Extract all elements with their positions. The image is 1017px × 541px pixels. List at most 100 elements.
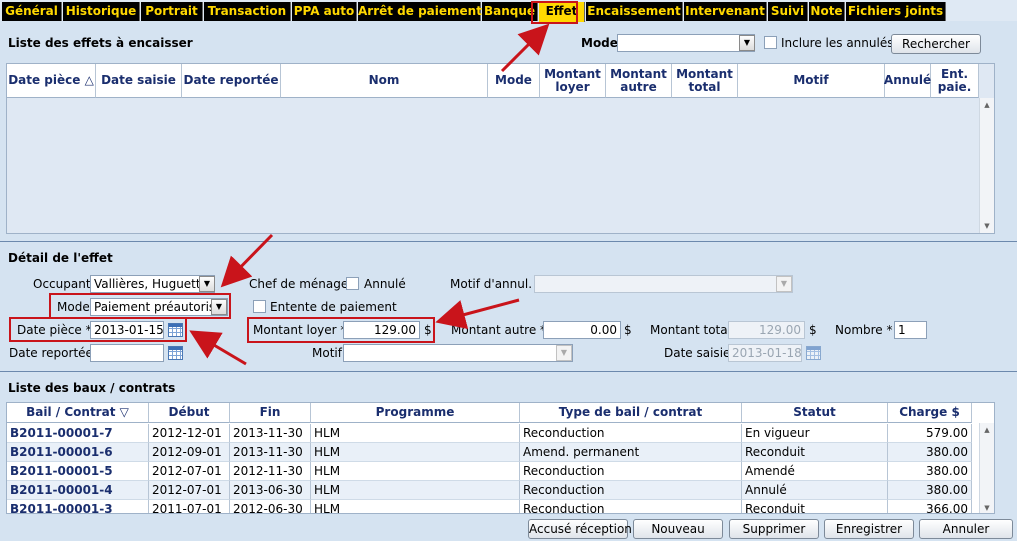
chevron-down-icon[interactable]: ▼ bbox=[776, 276, 792, 292]
table-cell: Reconduction bbox=[520, 424, 742, 443]
table-cell: 2012-11-30 bbox=[230, 462, 311, 481]
date-saisie-input: 2013-01-18 bbox=[728, 344, 802, 362]
table-cell: 380.00 bbox=[888, 462, 972, 481]
calendar-icon bbox=[806, 346, 821, 360]
nombre-label: Nombre * bbox=[835, 323, 893, 337]
effets-column-header[interactable]: Montant total bbox=[672, 64, 738, 98]
table-cell: 2012-06-30 bbox=[230, 500, 311, 513]
highlight-box-mode bbox=[49, 293, 231, 319]
arrow-to-date-piece bbox=[189, 330, 247, 366]
effets-column-header[interactable]: Date saisie bbox=[96, 64, 182, 98]
effets-column-header[interactable]: Date pièce △ bbox=[7, 64, 96, 98]
nombre-input[interactable]: 1 bbox=[894, 321, 927, 339]
effets-column-header[interactable]: Montant autre bbox=[606, 64, 672, 98]
table-cell: HLM bbox=[311, 481, 520, 500]
tab-bar: Général Historique Portrait Transaction PPA … bbox=[0, 0, 1017, 22]
table-cell: 2012-07-01 bbox=[149, 481, 230, 500]
chevron-down-icon[interactable]: ▼ bbox=[739, 35, 755, 51]
table-cell: HLM bbox=[311, 424, 520, 443]
bail-link[interactable]: B2011-00001-7 bbox=[7, 424, 149, 443]
baux-column-header[interactable]: Charge $ bbox=[888, 403, 972, 423]
tab-banque[interactable]: Banque bbox=[482, 2, 538, 21]
entente-label: Entente de paiement bbox=[270, 300, 397, 314]
tab-suivi[interactable]: Suivi bbox=[768, 2, 808, 21]
effets-column-header[interactable]: Nom bbox=[281, 64, 488, 98]
highlight-box-montant-loyer bbox=[247, 317, 435, 343]
table-cell: HLM bbox=[311, 462, 520, 481]
table-cell: Annulé bbox=[742, 481, 888, 500]
annuler-button[interactable]: Annuler bbox=[919, 519, 1013, 539]
detail-section-title: Détail de l'effet bbox=[8, 251, 113, 265]
effets-column-header[interactable]: Mode bbox=[488, 64, 540, 98]
baux-scrollbar[interactable]: ▲ ▼ bbox=[979, 423, 994, 513]
bail-link[interactable]: B2011-00001-3 bbox=[7, 500, 149, 513]
tab-intervenant[interactable]: Intervenant bbox=[684, 2, 767, 21]
rechercher-button[interactable]: Rechercher bbox=[891, 34, 981, 54]
annule-label: Annulé bbox=[364, 277, 406, 291]
effets-scrollbar[interactable]: ▲ ▼ bbox=[979, 98, 994, 233]
chef-menage-checkbox[interactable] bbox=[346, 277, 359, 290]
baux-column-header[interactable]: Type de bail / contrat bbox=[520, 403, 742, 423]
tab-note[interactable]: Note bbox=[809, 2, 845, 21]
nouveau-button[interactable]: Nouveau bbox=[633, 519, 723, 539]
calendar-icon[interactable] bbox=[168, 346, 183, 360]
arrow-to-montant-loyer bbox=[435, 298, 520, 330]
tab-fichiers-joints[interactable]: Fichiers joints bbox=[846, 2, 946, 21]
motif-select[interactable] bbox=[343, 344, 573, 362]
include-annules-checkbox[interactable] bbox=[764, 36, 777, 49]
table-cell: 2011-07-01 bbox=[149, 500, 230, 513]
table-cell: 2013-11-30 bbox=[230, 443, 311, 462]
table-cell: HLM bbox=[311, 500, 520, 513]
tab-encaissement[interactable]: Encaissement bbox=[586, 2, 683, 21]
table-cell: En vigueur bbox=[742, 424, 888, 443]
baux-column-header[interactable]: Bail / Contrat ▽ bbox=[7, 403, 149, 423]
tab-transaction[interactable]: Transaction bbox=[204, 2, 291, 21]
table-cell: Reconduit bbox=[742, 443, 888, 462]
tab-portrait[interactable]: Portrait bbox=[141, 2, 203, 21]
montant-autre-input[interactable]: 0.00 bbox=[543, 321, 621, 339]
date-reportee-input[interactable] bbox=[90, 344, 164, 362]
chevron-down-icon[interactable]: ▼ bbox=[556, 345, 572, 361]
date-saisie-label: Date saisie bbox=[664, 346, 731, 360]
supprimer-button[interactable]: Supprimer bbox=[729, 519, 819, 539]
effets-column-header[interactable]: Motif bbox=[738, 64, 885, 98]
baux-column-header[interactable]: Statut bbox=[742, 403, 888, 423]
montant-total-label: Montant total bbox=[650, 323, 731, 337]
effets-mode-label: Mode bbox=[581, 36, 618, 50]
entente-checkbox[interactable] bbox=[253, 300, 266, 313]
chevron-down-icon[interactable]: ▼ bbox=[199, 276, 215, 292]
effets-column-header[interactable]: Montant loyer bbox=[540, 64, 606, 98]
table-cell: 380.00 bbox=[888, 481, 972, 500]
tab-historique[interactable]: Historique bbox=[63, 2, 140, 21]
table-cell: Amendé bbox=[742, 462, 888, 481]
bail-link[interactable]: B2011-00001-4 bbox=[7, 481, 149, 500]
include-annules-label: Inclure les annulés bbox=[781, 36, 894, 50]
tab-ppa-auto[interactable]: PPA auto bbox=[292, 2, 357, 21]
table-cell: HLM bbox=[311, 443, 520, 462]
motif-label: Motif bbox=[312, 346, 342, 360]
table-cell: 579.00 bbox=[888, 424, 972, 443]
table-cell: 380.00 bbox=[888, 443, 972, 462]
baux-section-title: Liste des baux / contrats bbox=[8, 381, 176, 395]
highlight-box-effet-tab bbox=[531, 1, 578, 24]
effets-column-header[interactable]: Date reportée bbox=[182, 64, 281, 98]
occupant-select[interactable]: Vallières, Huguette bbox=[90, 275, 215, 293]
effets-column-header[interactable]: Ent. paie. bbox=[931, 64, 979, 98]
baux-column-header[interactable]: Début bbox=[149, 403, 230, 423]
enregistrer-button[interactable]: Enregistrer bbox=[824, 519, 914, 539]
table-cell: Reconduction bbox=[520, 462, 742, 481]
effets-grid: Date pièce △ Date saisie Date reportée Nom M… bbox=[6, 63, 995, 234]
bail-link[interactable]: B2011-00001-5 bbox=[7, 462, 149, 481]
bail-link[interactable]: B2011-00001-6 bbox=[7, 443, 149, 462]
occupant-label: Occupant bbox=[33, 277, 91, 291]
tab-général[interactable]: Général bbox=[2, 2, 62, 21]
accuse-reception-button[interactable]: Accusé réception bbox=[528, 519, 632, 539]
tab-arrêt-de-paiement[interactable]: Arrêt de paiement bbox=[358, 2, 482, 21]
motif-annul-label: Motif d'annul. bbox=[450, 277, 533, 291]
effets-mode-select[interactable] bbox=[617, 34, 755, 52]
effets-column-header[interactable]: Annulé bbox=[884, 64, 931, 98]
baux-column-header[interactable]: Programme bbox=[311, 403, 520, 423]
motif-annul-select[interactable] bbox=[534, 275, 793, 293]
chef-menage-label: Chef de ménage bbox=[249, 277, 349, 291]
baux-column-header[interactable]: Fin bbox=[230, 403, 311, 423]
